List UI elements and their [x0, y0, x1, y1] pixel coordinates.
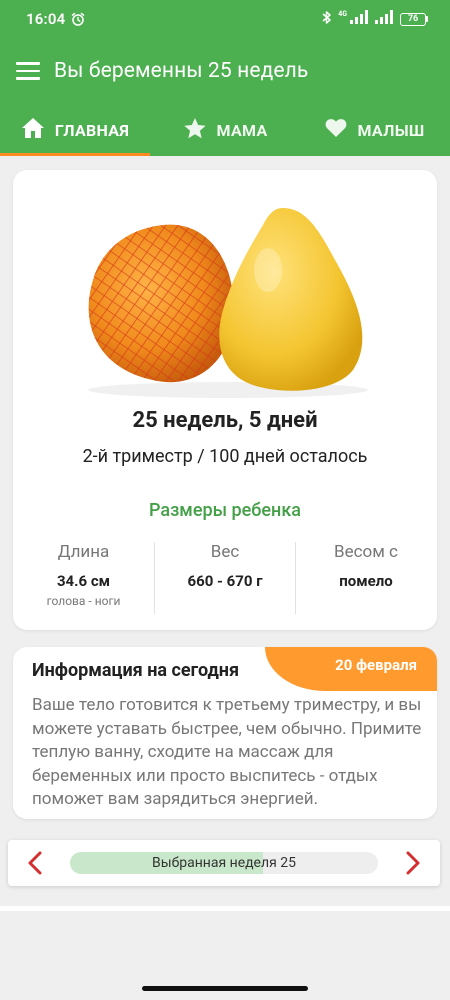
fruit-image — [88, 208, 368, 398]
page-title: Вы беременны 25 недель — [54, 59, 309, 83]
baby-stats: Длина 34.6 см голова - ноги Вес 660 - 67… — [13, 542, 437, 614]
battery-icon: 76 — [400, 12, 428, 26]
stat-value: 34.6 см — [56, 572, 111, 590]
info-text: Ваше тело готовится к третьему триместру… — [32, 695, 422, 809]
heart-icon — [325, 118, 347, 142]
stat-length: Длина 34.6 см голова - ноги — [13, 542, 154, 614]
tab-bar: ГЛАВНАЯ МАМА МАЛЫШ — [0, 104, 450, 156]
week-progress-bar[interactable]: Выбранная неделя 25 — [70, 852, 378, 874]
alarm-icon — [71, 12, 85, 26]
status-icons: 4G 76 — [321, 10, 428, 29]
daily-info-card: 20 февраля Информация на сегодня Ваше те… — [13, 647, 437, 819]
tab-baby[interactable]: МАЛЫШ — [300, 104, 450, 156]
app-bar: Вы беременны 25 недель — [0, 38, 450, 104]
stat-size-like: Весом с помело — [295, 542, 436, 614]
stat-sub: голова - ноги — [46, 594, 121, 608]
stat-label: Весом с — [334, 542, 398, 562]
signal-icon-2 — [375, 10, 395, 28]
stat-value: 660 - 670 г — [187, 572, 263, 590]
tab-baby-label: МАЛЫШ — [357, 120, 425, 140]
date-text: 20 февраля — [335, 656, 417, 674]
bottom-strip — [0, 906, 450, 911]
selected-week-label: Выбранная неделя 25 — [152, 855, 296, 871]
chevron-right-icon — [406, 851, 420, 875]
battery-level: 76 — [400, 12, 426, 26]
menu-icon[interactable] — [16, 59, 40, 83]
tab-main[interactable]: ГЛАВНАЯ — [0, 104, 150, 156]
trimester-info: 2-й триместр / 100 дней осталось — [82, 446, 368, 467]
prev-week-button[interactable] — [22, 849, 50, 877]
stat-value: помело — [339, 572, 393, 590]
home-indicator[interactable] — [142, 986, 308, 991]
week-navigator: Выбранная неделя 25 — [8, 840, 440, 886]
chevron-left-icon — [28, 851, 42, 875]
baby-sizes-title: Размеры ребенка — [149, 500, 301, 521]
home-icon — [21, 117, 45, 143]
status-bar: 16:04 4G 76 — [0, 0, 450, 38]
tab-mom-label: МАМА — [216, 120, 268, 140]
tab-mom[interactable]: МАМА — [150, 104, 300, 156]
stat-weight: Вес 660 - 670 г — [154, 542, 295, 614]
stat-label: Вес — [210, 542, 240, 562]
tab-main-label: ГЛАВНАЯ — [54, 120, 130, 140]
weeks-days: 25 недель, 5 дней — [132, 408, 318, 433]
info-title: Информация на сегодня — [32, 660, 240, 681]
next-week-button[interactable] — [398, 849, 426, 877]
stat-label: Длина — [57, 542, 110, 562]
status-time: 16:04 — [26, 10, 66, 28]
date-badge: 20 февраля — [265, 647, 437, 691]
star-icon — [183, 117, 207, 144]
signal-icon — [350, 10, 370, 28]
baby-size-card: 25 недель, 5 дней 2-й триместр / 100 дне… — [13, 170, 437, 630]
network-type: 4G — [338, 9, 347, 18]
bluetooth-icon — [321, 10, 333, 29]
